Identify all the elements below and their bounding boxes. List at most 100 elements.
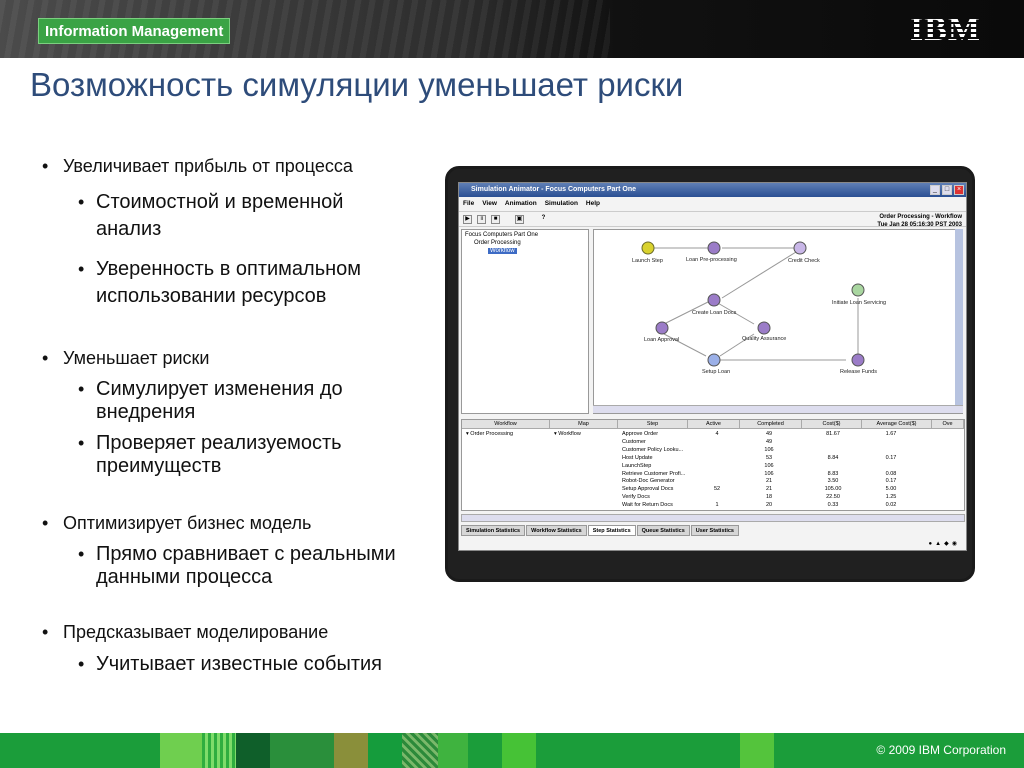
table-cell: 8.84: [827, 454, 839, 461]
node-setup-loan[interactable]: Setup Loan: [702, 369, 730, 375]
table-cell: Approve Order: [622, 431, 659, 437]
ibm-logo: IBM: [910, 13, 992, 47]
menu-view[interactable]: View: [482, 198, 497, 210]
node-release-funds[interactable]: Release Funds: [840, 369, 877, 375]
tab-queue-statistics[interactable]: Queue Statistics: [636, 525, 690, 536]
bullet-1-sub-1: Стоимостной и временной анализ: [78, 189, 409, 243]
settings-icon[interactable]: ▣: [515, 215, 524, 224]
tab-simulation-statistics[interactable]: Simulation Statistics: [461, 525, 526, 536]
table-cell: 105.00: [824, 486, 842, 493]
tree-node-project[interactable]: Focus Computers Part One: [465, 232, 538, 238]
table-horizontal-scrollbar[interactable]: [461, 514, 965, 522]
stop-icon[interactable]: ■: [491, 215, 500, 224]
node-launch-step[interactable]: Launch Step: [632, 258, 663, 264]
menu-file[interactable]: File: [463, 198, 474, 210]
header-band: Information Management IBM: [0, 0, 1024, 58]
table-cell: 0.17: [885, 454, 897, 461]
workflow-canvas: Launch Step Loan Pre-processing Credit C…: [593, 229, 963, 414]
menu-bar: File View Animation Simulation Help: [459, 198, 966, 210]
node-icons: [641, 241, 865, 367]
table-cell: 0.33: [827, 502, 839, 509]
pause-icon[interactable]: ॥: [477, 215, 486, 224]
table-cell: 1.25: [885, 494, 897, 501]
maximize-icon[interactable]: □: [942, 185, 952, 195]
bullet-1-sub-2: Уверенность в оптимальном использовании …: [78, 256, 419, 310]
footer-tile: [402, 733, 438, 768]
table-cell: 53: [765, 454, 773, 461]
window-title: Simulation Animator - Focus Computers Pa…: [459, 183, 966, 197]
tree-node-workflow[interactable]: Workflow: [488, 248, 517, 254]
tab-user-statistics[interactable]: User Statistics: [690, 525, 739, 536]
node-loan-approval[interactable]: Loan Approval: [644, 337, 679, 343]
bullet-2-sub-2: Проверяет реализуемость преимуществ: [78, 432, 409, 478]
node-initiate-loan-servicing[interactable]: Initiate Loan Servicing: [832, 300, 886, 306]
bullet-2-sub-1: Симулирует изменения до внедрения: [78, 378, 409, 424]
col-average-cost[interactable]: Average Cost($): [862, 420, 932, 429]
tab-workflow-statistics[interactable]: Workflow Statistics: [526, 525, 587, 536]
footer-tile: [202, 733, 236, 768]
menu-animation[interactable]: Animation: [505, 198, 537, 210]
bullet-3-sub-1: Прямо сравнивает с реальными данными про…: [78, 543, 449, 589]
info-icon: ◆: [944, 541, 952, 547]
bullet-2: Уменьшает риски: [42, 348, 209, 369]
table-cell: Retrieve Customer Profi...: [622, 470, 686, 477]
bullet-1: Увеличивает прибыль от процесса: [42, 156, 353, 177]
information-management-badge: Information Management: [38, 18, 231, 44]
col-completed[interactable]: Completed: [740, 420, 802, 429]
status-workflow: Order Processing - Workflow: [879, 214, 962, 220]
table-cell: Verify Docs: [622, 494, 650, 501]
tree-node-order-processing[interactable]: Order Processing: [474, 240, 521, 246]
table-cell: 4: [715, 431, 719, 437]
table-cell: Wait for Return Docs: [622, 502, 673, 509]
footer-tile: [502, 733, 536, 768]
node-create-loan-docs[interactable]: Create Loan Docs: [692, 310, 736, 316]
table-cell: 22.50: [826, 494, 840, 501]
footer-tile: [270, 733, 334, 768]
node-credit-check[interactable]: Credit Check: [788, 258, 820, 264]
status-panel: Order Processing - Workflow Tue Jan 28 0…: [877, 213, 962, 229]
help-icon[interactable]: ?: [539, 215, 548, 224]
footer-tile: [438, 733, 468, 768]
node-loan-preprocessing[interactable]: Loan Pre-processing: [686, 257, 737, 263]
table-cell: Host Update: [622, 454, 653, 461]
canvas-horizontal-scrollbar[interactable]: [593, 405, 963, 413]
col-map[interactable]: Map: [550, 420, 618, 429]
table-cell: 1.67: [885, 431, 897, 437]
minimize-icon[interactable]: _: [930, 185, 940, 195]
footer-tile: [368, 733, 402, 768]
table-cell: Setup Approval Docs: [622, 486, 674, 493]
col-overhead[interactable]: Ove: [932, 420, 964, 429]
col-workflow[interactable]: Workflow: [462, 420, 550, 429]
node-quality-assurance[interactable]: Quality Assurance: [742, 336, 786, 342]
table-cell: 0.17: [885, 478, 897, 485]
canvas-vertical-scrollbar[interactable]: [955, 229, 963, 405]
table-cell: LaunchStep: [622, 462, 652, 469]
bullet-3: Оптимизирует бизнес модель: [42, 513, 311, 534]
bullet-4-sub-1: Учитывает известные события: [78, 651, 449, 678]
col-active[interactable]: Active: [688, 420, 740, 429]
table-cell: 21: [765, 486, 773, 493]
footer-tile: [740, 733, 774, 768]
tab-step-statistics[interactable]: Step Statistics: [587, 525, 636, 536]
col-step[interactable]: Step: [618, 420, 688, 429]
table-cell: Customer Policy Looku...: [622, 446, 684, 453]
table-cell: 106: [764, 462, 774, 469]
footer-tile: [334, 733, 368, 768]
table-cell: 106: [764, 446, 774, 453]
menu-help[interactable]: Help: [586, 198, 600, 210]
footer-tile: [236, 733, 270, 768]
slide-title: Возможность симуляции уменьшает риски: [30, 66, 684, 103]
menu-simulation[interactable]: Simulation: [545, 198, 578, 210]
play-icon[interactable]: ▶: [463, 215, 472, 224]
cell-map: ▾ Workflow: [554, 431, 581, 437]
table-cell: 0.08: [885, 470, 897, 477]
col-cost[interactable]: Cost($): [802, 420, 862, 429]
table-cell: 49: [765, 438, 773, 445]
navigation-tree: Focus Computers Part One Order Processin…: [461, 229, 589, 414]
table-cell: Robot-Doc Generator: [622, 478, 675, 485]
simulation-animator-window: Simulation Animator - Focus Computers Pa…: [458, 182, 967, 551]
cell-workflow: ▾ Order Processing: [466, 431, 514, 437]
close-icon[interactable]: ×: [954, 185, 964, 195]
table-cell: 81.67: [826, 431, 840, 437]
table-cell: 18: [765, 494, 773, 501]
